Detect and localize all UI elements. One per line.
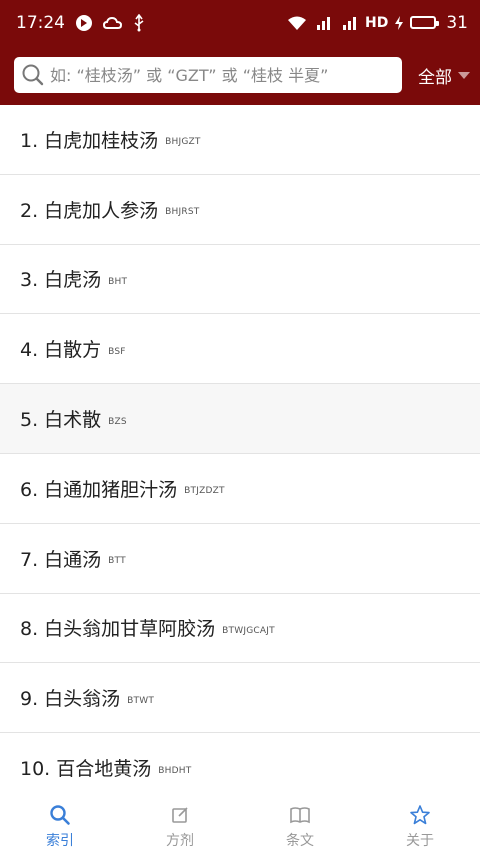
- battery-icon: [410, 16, 440, 29]
- list-item[interactable]: 1. 白虎加桂枝汤 BHJGZT: [0, 105, 480, 175]
- search-input[interactable]: [50, 57, 402, 93]
- item-title: 5. 白术散: [20, 409, 102, 432]
- item-title: 2. 白虎加人参汤: [20, 199, 159, 222]
- signal-5g-icon: [313, 15, 333, 31]
- search-icon: [50, 804, 70, 825]
- tab-label: 方剂: [166, 832, 194, 849]
- star-icon: [410, 804, 430, 824]
- tab-index[interactable]: 索引: [0, 804, 120, 850]
- list-item[interactable]: 8. 白头翁加甘草阿胶汤 BTWJGCAJT: [0, 593, 480, 664]
- list-item[interactable]: 2. 白虎加人参汤 BHJRST: [0, 174, 480, 245]
- tab-label: 关于: [406, 832, 434, 849]
- status-right: HD 31: [287, 13, 468, 33]
- edit-icon: [172, 806, 188, 823]
- tab-label: 索引: [46, 832, 74, 849]
- item-code: BTWT: [127, 695, 155, 706]
- filter-label: 全部: [418, 67, 452, 88]
- caret-down-icon: [458, 71, 470, 79]
- bottom-tab-bar: 索引 方剂 条文 关于: [0, 800, 480, 853]
- list-item[interactable]: 3. 白虎汤 BHT: [0, 244, 480, 315]
- item-title: 3. 白虎汤: [20, 269, 102, 292]
- formula-list: 1. 白虎加桂枝汤 BHJGZT 2. 白虎加人参汤 BHJRST 3. 白虎汤 BH…: [0, 105, 480, 800]
- item-code: BHJGZT: [165, 137, 201, 148]
- list-item[interactable]: 7. 白通汤 BTT: [0, 523, 480, 594]
- book-icon: [290, 806, 310, 823]
- item-title: 9. 白头翁汤: [20, 688, 121, 711]
- status-time: 17:24: [16, 12, 65, 33]
- hd-icon: HD: [365, 14, 389, 31]
- media-icon: [75, 14, 93, 32]
- charging-icon: [394, 15, 404, 31]
- item-code: BHT: [108, 276, 128, 287]
- item-code: BTJZDZT: [184, 486, 225, 497]
- item-code: BSF: [108, 346, 126, 357]
- item-code: BTWJGCAJT: [222, 625, 275, 636]
- item-title: 1. 白虎加桂枝汤: [20, 129, 159, 152]
- list-item[interactable]: 6. 白通加猪胆汁汤 BTJZDZT: [0, 453, 480, 524]
- tab-label: 条文: [286, 832, 314, 849]
- usb-icon: [133, 13, 145, 32]
- item-title: 4. 白散方: [20, 339, 102, 362]
- wifi-icon: [287, 15, 307, 31]
- item-title: 6. 白通加猪胆汁汤: [20, 478, 178, 501]
- item-code: BHDHT: [158, 765, 192, 776]
- item-title: 8. 白头翁加甘草阿胶汤: [20, 618, 216, 641]
- cloud-icon: [103, 15, 123, 31]
- search-header: 全部: [0, 45, 480, 105]
- search-icon: [22, 64, 44, 86]
- tab-formula[interactable]: 方剂: [120, 804, 240, 850]
- filter-dropdown[interactable]: 全部: [418, 63, 470, 88]
- list-item[interactable]: 4. 白散方 BSF: [0, 314, 480, 385]
- item-code: BTT: [108, 556, 126, 567]
- status-left-icons: [75, 13, 145, 32]
- list-item[interactable]: 9. 白头翁汤 BTWT: [0, 663, 480, 734]
- search-box[interactable]: [14, 57, 402, 93]
- battery-level: 31: [446, 12, 468, 33]
- list-item[interactable]: 5. 白术散 BZS: [0, 384, 480, 454]
- tab-about[interactable]: 关于: [360, 804, 480, 850]
- status-bar: 17:24 HD 31: [0, 0, 480, 45]
- item-title: 7. 白通汤: [20, 548, 102, 571]
- signal-4g-icon: [339, 15, 359, 31]
- item-code: BHJRST: [165, 207, 200, 218]
- tab-clauses[interactable]: 条文: [240, 804, 360, 850]
- list-item[interactable]: 10. 百合地黄汤 BHDHT: [0, 733, 480, 800]
- item-code: BZS: [108, 416, 127, 427]
- item-title: 10. 百合地黄汤: [20, 758, 152, 781]
